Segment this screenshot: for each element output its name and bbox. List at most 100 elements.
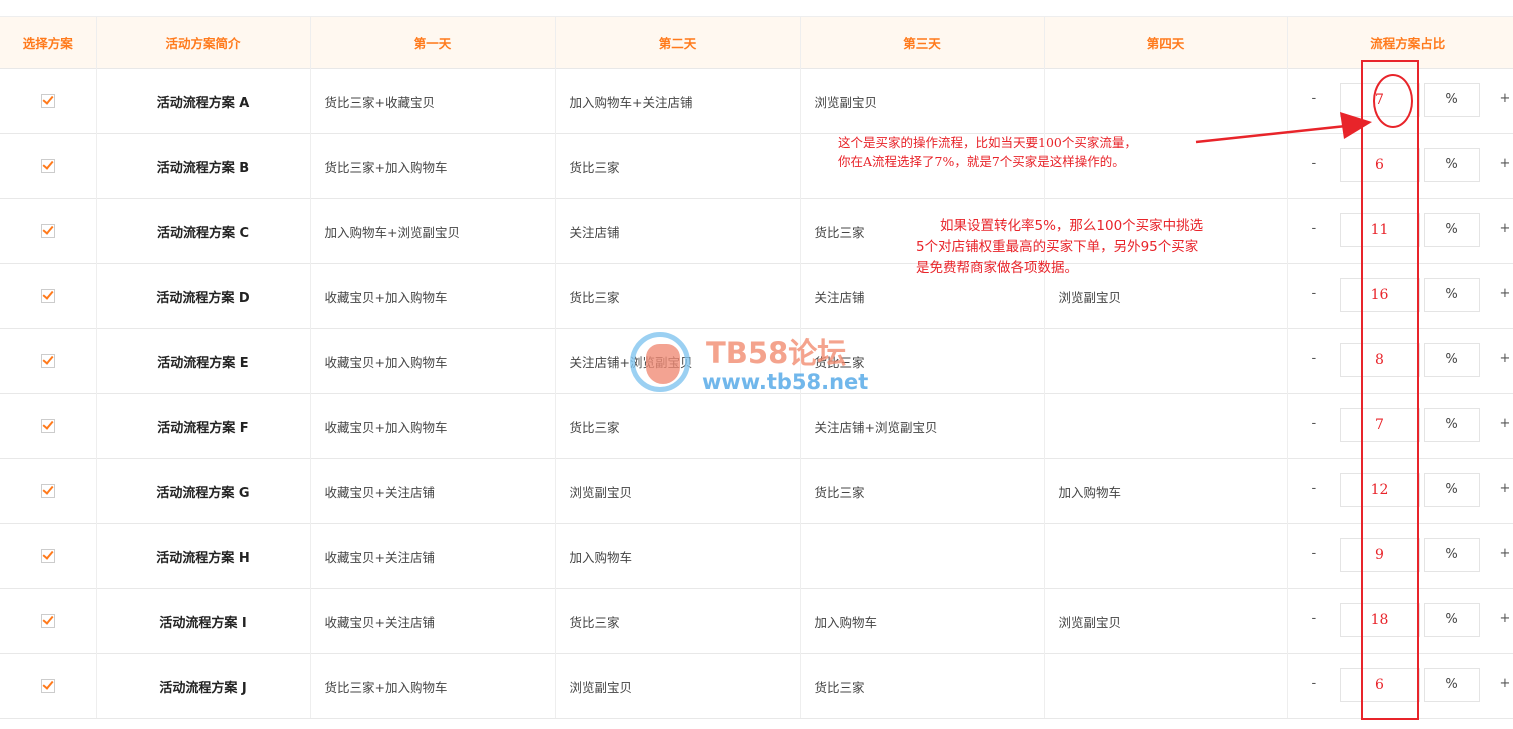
percent-unit: % (1423, 538, 1480, 572)
plan-checkbox[interactable] (40, 158, 55, 173)
day2-cell: 关注店铺 (555, 198, 801, 264)
percent-unit: % (1423, 668, 1480, 702)
increase-button[interactable]: + (1500, 611, 1511, 626)
percent-unit: % (1423, 213, 1480, 247)
day4-cell (1044, 68, 1288, 134)
percent-unit: % (1423, 83, 1480, 117)
decrease-button[interactable]: - (1312, 91, 1317, 106)
watermark-url: www.tb58.net (702, 370, 869, 394)
annotation-conversion-line2: 5个对店铺权重最高的买家下单，另外95个买家 (916, 239, 1199, 255)
increase-button[interactable]: + (1500, 351, 1511, 366)
plan-checkbox[interactable] (40, 418, 55, 433)
table-row: 活动流程方案 F 收藏宝贝+加入购物车 货比三家 关注店铺+浏览副宝贝 -7% + (0, 393, 1513, 459)
select-cell (0, 523, 97, 589)
plan-checkbox[interactable] (40, 353, 55, 368)
percent-unit: % (1423, 473, 1480, 507)
day3-cell: 货比三家 (800, 653, 1045, 719)
increase-button[interactable]: + (1500, 156, 1511, 171)
day2-cell: 浏览副宝贝 (555, 653, 801, 719)
highlight-first-ratio (1373, 74, 1413, 128)
day2-cell: 货比三家 (555, 393, 801, 459)
percent-unit: % (1423, 343, 1480, 377)
plan-checkbox[interactable] (40, 288, 55, 303)
table-row: 活动流程方案 I 收藏宝贝+关注店铺 货比三家 加入购物车 浏览副宝贝 -18% + (0, 588, 1513, 654)
plan-name: 活动流程方案 H (96, 523, 311, 589)
percent-unit: % (1423, 148, 1480, 182)
day1-cell: 收藏宝贝+加入购物车 (310, 263, 556, 329)
decrease-button[interactable]: - (1312, 481, 1317, 496)
header-select: 选择方案 (0, 16, 97, 69)
decrease-button[interactable]: - (1312, 156, 1317, 171)
day1-cell: 收藏宝贝+关注店铺 (310, 588, 556, 654)
annotation-conversion-line1: 如果设置转化率5%，那么100个买家中挑选 (940, 218, 1204, 234)
check-icon (42, 353, 54, 365)
plan-name: 活动流程方案 G (96, 458, 311, 524)
day3-cell: 货比三家 (800, 458, 1045, 524)
header-day2: 第二天 (555, 16, 801, 69)
day1-cell: 收藏宝贝+关注店铺 (310, 458, 556, 524)
check-icon (42, 223, 54, 235)
header-day3: 第三天 (800, 16, 1045, 69)
table-row: 活动流程方案 C 加入购物车+浏览副宝贝 关注店铺 货比三家 -11% + (0, 198, 1513, 264)
plan-checkbox[interactable] (40, 613, 55, 628)
percent-unit: % (1423, 603, 1480, 637)
plan-name: 活动流程方案 D (96, 263, 311, 329)
day2-cell: 加入购物车+关注店铺 (555, 68, 801, 134)
day1-cell: 收藏宝贝+加入购物车 (310, 328, 556, 394)
select-cell (0, 588, 97, 654)
table-row: 活动流程方案 B 货比三家+加入购物车 货比三家 -6% + (0, 133, 1513, 199)
day4-cell: 浏览副宝贝 (1044, 588, 1288, 654)
decrease-button[interactable]: - (1312, 221, 1317, 236)
table-header-row: 选择方案 活动方案简介 第一天 第二天 第三天 第四天 流程方案占比 (0, 16, 1513, 69)
increase-button[interactable]: + (1500, 286, 1511, 301)
select-cell (0, 653, 97, 719)
increase-button[interactable]: + (1500, 546, 1511, 561)
plan-checkbox[interactable] (40, 678, 55, 693)
check-icon (42, 93, 54, 105)
header-day1: 第一天 (310, 16, 556, 69)
watermark-hand-icon (646, 344, 680, 384)
plan-name: 活动流程方案 E (96, 328, 311, 394)
day1-cell: 收藏宝贝+加入购物车 (310, 393, 556, 459)
annotation-conversion-note: 如果设置转化率5%，那么100个买家中挑选 5个对店铺权重最高的买家下单，另外9… (916, 216, 1203, 279)
decrease-button[interactable]: - (1312, 286, 1317, 301)
day4-cell: 加入购物车 (1044, 458, 1288, 524)
annotation-conversion-line3: 是免费帮商家做各项数据。 (916, 260, 1078, 276)
increase-button[interactable]: + (1500, 221, 1511, 236)
table-row: 活动流程方案 G 收藏宝贝+关注店铺 浏览副宝贝 货比三家 加入购物车 -12% + (0, 458, 1513, 524)
plan-checkbox[interactable] (40, 483, 55, 498)
select-cell (0, 68, 97, 134)
decrease-button[interactable]: - (1312, 611, 1317, 626)
increase-button[interactable]: + (1500, 91, 1511, 106)
day1-cell: 货比三家+加入购物车 (310, 653, 556, 719)
day1-cell: 货比三家+加入购物车 (310, 133, 556, 199)
percent-unit: % (1423, 408, 1480, 442)
day1-cell: 收藏宝贝+关注店铺 (310, 523, 556, 589)
plan-checkbox[interactable] (40, 548, 55, 563)
day1-cell: 加入购物车+浏览副宝贝 (310, 198, 556, 264)
decrease-button[interactable]: - (1312, 676, 1317, 691)
decrease-button[interactable]: - (1312, 416, 1317, 431)
watermark-title: TB58论坛 (706, 336, 847, 370)
decrease-button[interactable]: - (1312, 351, 1317, 366)
select-cell (0, 393, 97, 459)
header-day4: 第四天 (1044, 16, 1288, 69)
increase-button[interactable]: + (1500, 416, 1511, 431)
plan-name: 活动流程方案 A (96, 68, 311, 134)
increase-button[interactable]: + (1500, 481, 1511, 496)
day4-cell (1044, 328, 1288, 394)
check-icon (42, 613, 54, 625)
select-cell (0, 198, 97, 264)
plan-checkbox[interactable] (40, 223, 55, 238)
day2-cell: 加入购物车 (555, 523, 801, 589)
table-row: 活动流程方案 J 货比三家+加入购物车 浏览副宝贝 货比三家 -6% + (0, 653, 1513, 719)
day4-cell (1044, 523, 1288, 589)
annotation-flow-line2: 你在A流程选择了7%，就是7个买家是这样操作的。 (838, 154, 1125, 169)
day2-cell: 货比三家 (555, 588, 801, 654)
check-icon (42, 158, 54, 170)
plan-checkbox[interactable] (40, 93, 55, 108)
decrease-button[interactable]: - (1312, 546, 1317, 561)
day2-cell: 货比三家 (555, 263, 801, 329)
increase-button[interactable]: + (1500, 676, 1511, 691)
plan-name: 活动流程方案 B (96, 133, 311, 199)
